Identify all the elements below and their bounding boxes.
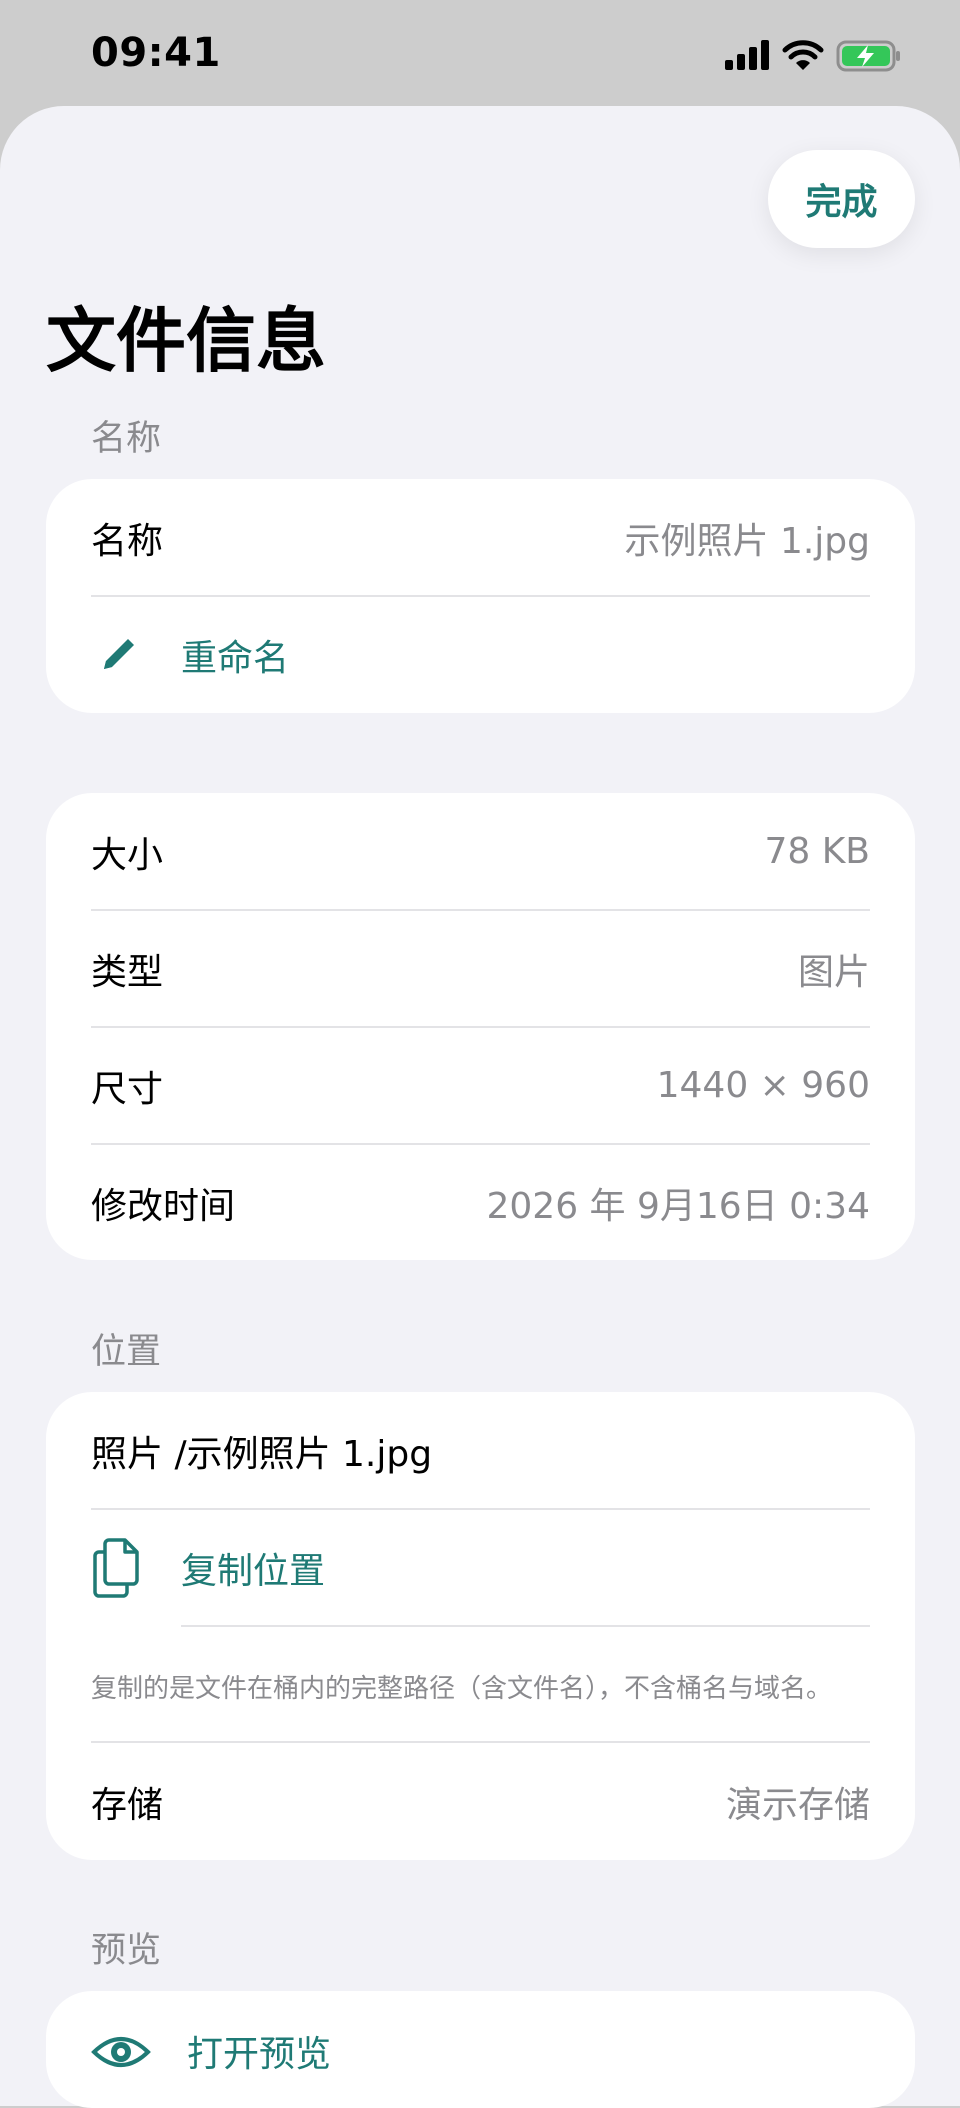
copy-location-label: 复制位置 xyxy=(181,1550,326,1592)
storage-row: 存储 演示存储 xyxy=(91,1743,870,1860)
name-label: 名称 xyxy=(91,520,164,562)
path-value: 照片 /示例照片 1.jpg xyxy=(91,1433,433,1475)
copy-location-note: 复制的是文件在桶内的完整路径（含文件名），不含桶名与域名。 xyxy=(91,1674,833,1704)
location-card: 照片 /示例照片 1.jpg 复制位置 复制的是文件在桶内的完整路径（含文件名）… xyxy=(46,1392,915,1860)
battery-charging-icon xyxy=(836,40,900,72)
preview-card: 打开预览 xyxy=(46,1991,915,2108)
name-row: 名称 示例照片 1.jpg xyxy=(91,479,870,596)
storage-value: 演示存储 xyxy=(725,1784,870,1826)
dimensions-row: 尺寸 1440 × 960 xyxy=(91,1027,870,1144)
size-row: 大小 78 KB xyxy=(91,793,870,910)
rename-label: 重命名 xyxy=(181,637,290,679)
status-icons xyxy=(725,36,905,76)
name-value: 示例照片 1.jpg xyxy=(624,520,871,562)
dimensions-value: 1440 × 960 xyxy=(656,1065,870,1106)
status-bar: 09:41 xyxy=(0,0,960,106)
eye-icon xyxy=(91,2025,151,2079)
path-row: 照片 /示例照片 1.jpg xyxy=(91,1392,870,1509)
section-header-name: 名称 xyxy=(91,419,162,459)
modified-label: 修改时间 xyxy=(91,1185,236,1227)
copy-location-button[interactable]: 复制位置 xyxy=(91,1509,870,1626)
storage-label: 存储 xyxy=(91,1784,164,1826)
divider xyxy=(181,1625,870,1627)
type-label: 类型 xyxy=(91,951,164,993)
done-button[interactable]: 完成 xyxy=(768,150,915,248)
section-header-preview: 预览 xyxy=(91,1931,162,1971)
open-preview-label: 打开预览 xyxy=(187,2034,332,2075)
pencil-icon xyxy=(91,628,145,682)
cellular-signal-icon xyxy=(725,40,769,70)
modified-value: 2026 年 9月16日 0:34 xyxy=(486,1185,870,1227)
status-time: 09:41 xyxy=(91,30,221,76)
wifi-icon xyxy=(782,40,824,70)
modified-row: 修改时间 2026 年 9月16日 0:34 xyxy=(91,1144,870,1261)
details-card: 大小 78 KB 类型 图片 尺寸 1440 × 960 修改时间 2026 年… xyxy=(46,793,915,1260)
type-row: 类型 图片 xyxy=(91,910,870,1027)
section-header-location: 位置 xyxy=(91,1332,162,1372)
type-value: 图片 xyxy=(797,951,870,993)
name-card: 名称 示例照片 1.jpg 重命名 xyxy=(46,479,915,713)
copy-document-icon xyxy=(91,1537,145,1598)
size-value: 78 KB xyxy=(764,831,870,872)
rename-button[interactable]: 重命名 xyxy=(91,596,870,713)
size-label: 大小 xyxy=(91,834,164,876)
open-preview-button[interactable]: 打开预览 xyxy=(91,1991,870,2108)
dimensions-label: 尺寸 xyxy=(91,1068,164,1110)
page-title: 文件信息 xyxy=(46,300,326,382)
